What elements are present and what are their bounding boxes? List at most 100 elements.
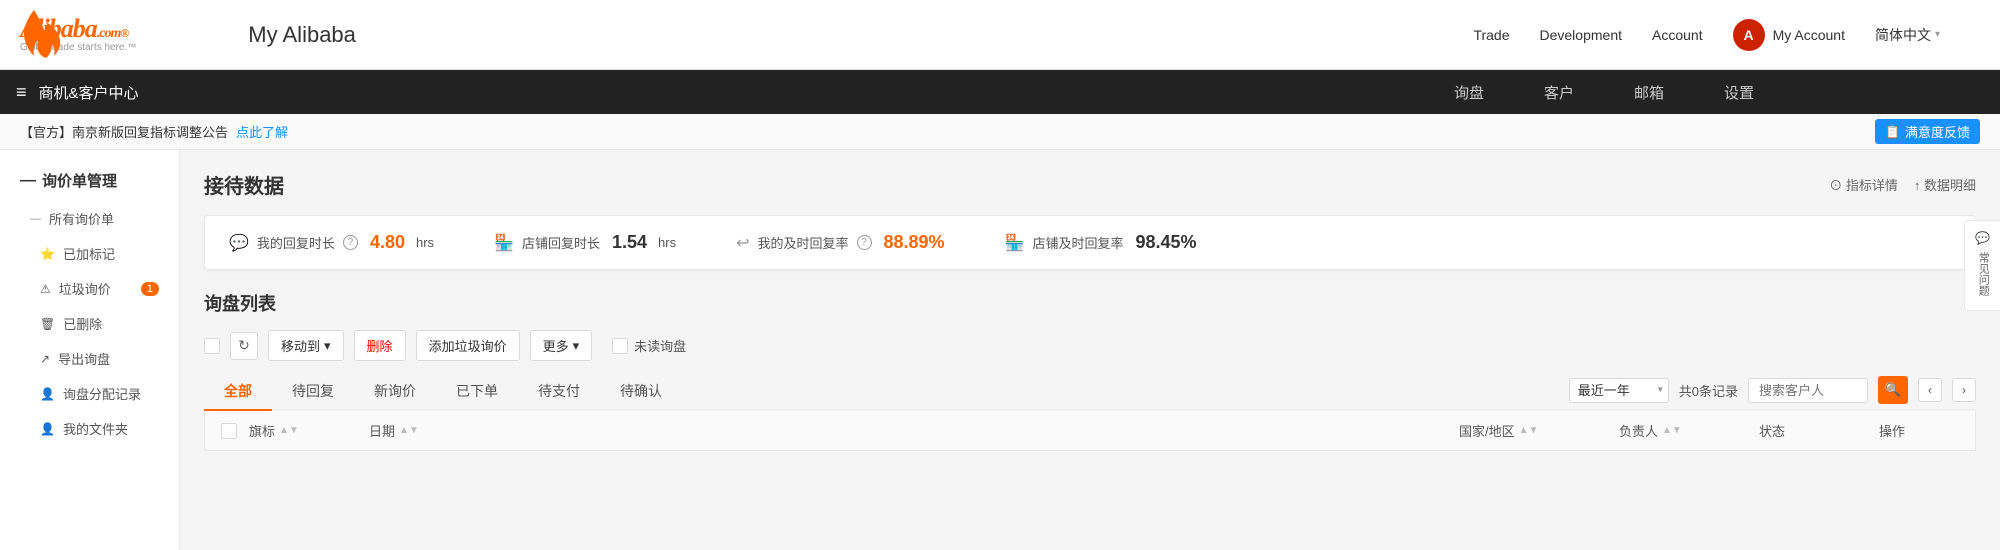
nav-settings[interactable]: 设置 (1694, 70, 1784, 114)
sidebar-item-folder[interactable]: 👤 我的文件夹 (0, 411, 179, 446)
stat-value-3: 88.89% (884, 232, 945, 253)
right-panel-label: 常见问题 (1974, 252, 1992, 296)
my-account-area[interactable]: A My Account (1733, 19, 1845, 51)
help-icon-1[interactable]: ? (343, 235, 358, 250)
development-link[interactable]: Development (1540, 27, 1623, 43)
stat-value-1: 4.80 (370, 232, 405, 253)
lang-selector[interactable]: 简体中文 ▾ (1875, 25, 1940, 45)
right-panel-icon: 💬 (1975, 231, 1990, 245)
th-date[interactable]: 日期 ▲▼ (369, 421, 509, 440)
table-header: 旗标 ▲▼ 日期 ▲▼ 国家/地区 ▲▼ 负责人 ▲▼ 状态 操作 (204, 411, 1976, 451)
unread-checkbox[interactable] (612, 338, 628, 354)
tab-ordered[interactable]: 已下单 (436, 373, 518, 411)
flame-icon (16, 8, 66, 67)
sort-icon-owner: ▲▼ (1662, 425, 1682, 436)
unread-label: 未读询盘 (634, 336, 686, 355)
table-select-all[interactable] (221, 423, 237, 439)
tab-all[interactable]: 全部 (204, 373, 272, 411)
search-icon: 🔍 (1885, 382, 1902, 398)
assign-icon: 👤 (40, 387, 55, 401)
reply-icon: ↩ (736, 233, 749, 253)
stat-my-reply-rate: ↩ 我的及时回复率 ? 88.89% (736, 232, 944, 253)
dropdown-icon: ▾ (324, 338, 331, 354)
satisfaction-icon: 📋 (1885, 124, 1901, 140)
sidebar: — 询价单管理 — 所有询价单 ⭐ 已加标记 ⚠ 垃圾询价 1 🗑 已删除 ↗ … (0, 150, 180, 550)
th-country[interactable]: 国家/地区 ▲▼ (1459, 421, 1619, 440)
secondary-nav: ≡ 商机&客户中心 询盘 客户 邮箱 设置 (0, 70, 2000, 114)
unread-checkbox-area: 未读询盘 (612, 336, 686, 355)
period-select[interactable]: 最近一年 (1569, 378, 1669, 403)
shop-icon-1: 🏪 (494, 233, 514, 253)
trade-link[interactable]: Trade (1473, 27, 1509, 43)
sidebar-item-export[interactable]: ↗ 导出询盘 (0, 341, 179, 376)
nav-customer[interactable]: 客户 (1514, 70, 1604, 114)
sidebar-item-assign[interactable]: 👤 询盘分配记录 (0, 376, 179, 411)
th-status: 状态 (1759, 421, 1879, 440)
indicator-link[interactable]: ⊙ 指标详情 (1829, 175, 1898, 194)
th-owner[interactable]: 负责人 ▲▼ (1619, 421, 1759, 440)
tab-pending-reply[interactable]: 待回复 (272, 373, 354, 411)
announcement-link[interactable]: 点此了解 (236, 122, 288, 141)
sort-icon-date: ▲▼ (399, 425, 419, 436)
stats-card: 💬 我的回复时长 ? 4.80 hrs 🏪 店铺回复时长 1.54 hrs ↩ … (204, 215, 1976, 270)
more-button[interactable]: 更多 ▾ (530, 330, 593, 361)
collapse-icon[interactable]: — (20, 172, 36, 190)
more-dropdown-icon: ▾ (573, 338, 580, 354)
flag-icon: ⭐ (40, 247, 55, 261)
sidebar-item-marked[interactable]: ⭐ 已加标记 (0, 236, 179, 271)
section-title: 商机&客户中心 (39, 82, 139, 103)
account-link[interactable]: Account (1652, 27, 1703, 43)
select-all-checkbox[interactable] (204, 338, 220, 354)
sec-nav-links: 询盘 客户 邮箱 设置 (1424, 70, 1784, 114)
move-to-button[interactable]: 移动到 ▾ (268, 330, 344, 361)
data-detail-link[interactable]: ↑ 数据明细 (1914, 175, 1976, 194)
toolbar: ↻ 移动到 ▾ 删除 添加垃圾询价 更多 ▾ 未读询盘 (204, 330, 1976, 361)
sidebar-item-all[interactable]: — 所有询价单 (0, 201, 179, 236)
stat-value-4: 98.45% (1136, 232, 1197, 253)
chevron-down-icon: ▾ (1935, 29, 1940, 40)
th-flag[interactable]: 旗标 ▲▼ (249, 421, 369, 440)
tabs: 全部 待回复 新询价 已下单 待支付 待确认 最近一年 ▾ 共0条记录 🔍 ‹ (204, 373, 1976, 411)
top-nav: Alibaba.com® Global trade starts here.™ … (0, 0, 2000, 70)
next-page-button[interactable]: › (1952, 378, 1976, 402)
content-title: 接待数据 (204, 170, 284, 199)
folder-icon: 👤 (40, 422, 55, 436)
stat-my-reply-time: 💬 我的回复时长 ? 4.80 hrs (229, 232, 434, 253)
stat-value-2: 1.54 (612, 232, 647, 253)
spam-badge: 1 (141, 282, 159, 296)
stat-unit-2: hrs (658, 235, 676, 250)
sort-icon-country: ▲▼ (1519, 425, 1539, 436)
add-spam-button[interactable]: 添加垃圾询价 (416, 330, 520, 361)
stat-label-4: 店铺及时回复率 (1033, 233, 1124, 252)
expand-icon: — (30, 213, 41, 225)
delete-button[interactable]: 删除 (354, 330, 406, 361)
my-account-label: My Account (1773, 27, 1845, 43)
announcement-text: 【官方】南京新版回复指标调整公告 (20, 122, 228, 141)
records-count: 共0条记录 (1679, 381, 1738, 400)
prev-page-button[interactable]: ‹ (1918, 378, 1942, 402)
sort-icon-flag: ▲▼ (279, 425, 299, 436)
search-input[interactable] (1748, 378, 1868, 403)
sidebar-item-spam[interactable]: ⚠ 垃圾询价 1 (0, 271, 179, 306)
account-avatar: A (1733, 19, 1765, 51)
nav-mailbox[interactable]: 邮箱 (1604, 70, 1694, 114)
satisfaction-label: 满意度反馈 (1905, 122, 1970, 141)
tab-pending-payment[interactable]: 待支付 (518, 373, 600, 411)
tab-new-inquiry[interactable]: 新询价 (354, 373, 436, 411)
content-header: 接待数据 ⊙ 指标详情 ↑ 数据明细 (204, 170, 1976, 199)
tab-pending-confirm[interactable]: 待确认 (600, 373, 682, 411)
export-icon: ↗ (40, 352, 50, 366)
nav-inquiry[interactable]: 询盘 (1424, 70, 1514, 114)
menu-icon[interactable]: ≡ (16, 82, 27, 103)
content-area: 接待数据 ⊙ 指标详情 ↑ 数据明细 💬 我的回复时长 ? 4.80 hrs 🏪… (180, 150, 2000, 550)
refresh-button[interactable]: ↻ (230, 332, 258, 360)
main-layout: — 询价单管理 — 所有询价单 ⭐ 已加标记 ⚠ 垃圾询价 1 🗑 已删除 ↗ … (0, 150, 2000, 550)
satisfaction-button[interactable]: 📋 满意度反馈 (1875, 119, 1980, 144)
right-panel[interactable]: 💬 常见问题 (1964, 220, 2000, 311)
logo-area: Alibaba.com® Global trade starts here.™ … (20, 16, 356, 53)
sidebar-item-deleted[interactable]: 🗑 已删除 (0, 306, 179, 341)
chat-icon: 💬 (229, 233, 249, 253)
search-button[interactable]: 🔍 (1878, 376, 1908, 404)
page-title-top: My Alibaba (248, 22, 356, 48)
help-icon-2[interactable]: ? (857, 235, 872, 250)
